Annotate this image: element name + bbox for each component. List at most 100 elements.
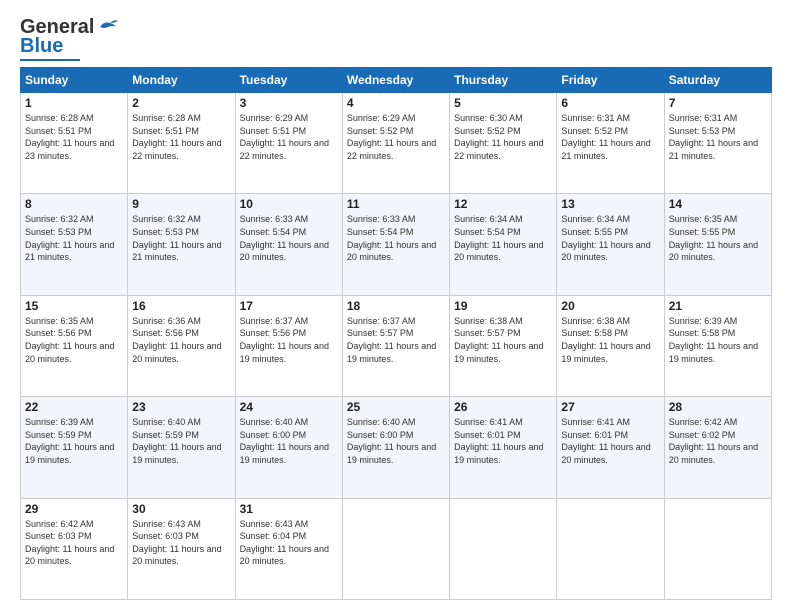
calendar-day-cell: [557, 498, 664, 599]
calendar-body: 1 Sunrise: 6:28 AM Sunset: 5:51 PM Dayli…: [21, 93, 772, 600]
day-number: 8: [25, 197, 123, 211]
day-info: Sunrise: 6:42 AM Sunset: 6:03 PM Dayligh…: [25, 518, 123, 568]
day-info: Sunrise: 6:38 AM Sunset: 5:58 PM Dayligh…: [561, 315, 659, 365]
calendar-day-cell: 31 Sunrise: 6:43 AM Sunset: 6:04 PM Dayl…: [235, 498, 342, 599]
day-info: Sunrise: 6:38 AM Sunset: 5:57 PM Dayligh…: [454, 315, 552, 365]
logo-underline: [20, 59, 80, 61]
header: General Blue: [20, 16, 772, 61]
day-info: Sunrise: 6:28 AM Sunset: 5:51 PM Dayligh…: [132, 112, 230, 162]
day-info: Sunrise: 6:34 AM Sunset: 5:55 PM Dayligh…: [561, 213, 659, 263]
day-number: 19: [454, 299, 552, 313]
day-of-week-header: Wednesday: [342, 68, 449, 93]
day-number: 24: [240, 400, 338, 414]
day-info: Sunrise: 6:40 AM Sunset: 5:59 PM Dayligh…: [132, 416, 230, 466]
day-number: 29: [25, 502, 123, 516]
calendar-day-cell: 3 Sunrise: 6:29 AM Sunset: 5:51 PM Dayli…: [235, 93, 342, 194]
calendar-day-cell: 2 Sunrise: 6:28 AM Sunset: 5:51 PM Dayli…: [128, 93, 235, 194]
calendar-day-cell: 14 Sunrise: 6:35 AM Sunset: 5:55 PM Dayl…: [664, 194, 771, 295]
day-number: 18: [347, 299, 445, 313]
day-info: Sunrise: 6:31 AM Sunset: 5:53 PM Dayligh…: [669, 112, 767, 162]
calendar-day-cell: 16 Sunrise: 6:36 AM Sunset: 5:56 PM Dayl…: [128, 295, 235, 396]
calendar-day-cell: 7 Sunrise: 6:31 AM Sunset: 5:53 PM Dayli…: [664, 93, 771, 194]
day-of-week-header: Monday: [128, 68, 235, 93]
day-of-week-header: Tuesday: [235, 68, 342, 93]
calendar-day-cell: 12 Sunrise: 6:34 AM Sunset: 5:54 PM Dayl…: [450, 194, 557, 295]
calendar-table: SundayMondayTuesdayWednesdayThursdayFrid…: [20, 67, 772, 600]
calendar-day-cell: 24 Sunrise: 6:40 AM Sunset: 6:00 PM Dayl…: [235, 397, 342, 498]
day-number: 17: [240, 299, 338, 313]
day-number: 15: [25, 299, 123, 313]
calendar-day-cell: 17 Sunrise: 6:37 AM Sunset: 5:56 PM Dayl…: [235, 295, 342, 396]
day-number: 31: [240, 502, 338, 516]
day-of-week-header: Friday: [557, 68, 664, 93]
day-info: Sunrise: 6:41 AM Sunset: 6:01 PM Dayligh…: [561, 416, 659, 466]
calendar-week-row: 29 Sunrise: 6:42 AM Sunset: 6:03 PM Dayl…: [21, 498, 772, 599]
calendar-week-row: 15 Sunrise: 6:35 AM Sunset: 5:56 PM Dayl…: [21, 295, 772, 396]
day-info: Sunrise: 6:39 AM Sunset: 5:59 PM Dayligh…: [25, 416, 123, 466]
day-info: Sunrise: 6:36 AM Sunset: 5:56 PM Dayligh…: [132, 315, 230, 365]
day-number: 3: [240, 96, 338, 110]
day-info: Sunrise: 6:40 AM Sunset: 6:00 PM Dayligh…: [347, 416, 445, 466]
day-number: 30: [132, 502, 230, 516]
day-info: Sunrise: 6:30 AM Sunset: 5:52 PM Dayligh…: [454, 112, 552, 162]
day-number: 22: [25, 400, 123, 414]
day-info: Sunrise: 6:33 AM Sunset: 5:54 PM Dayligh…: [347, 213, 445, 263]
day-info: Sunrise: 6:40 AM Sunset: 6:00 PM Dayligh…: [240, 416, 338, 466]
day-number: 1: [25, 96, 123, 110]
day-info: Sunrise: 6:37 AM Sunset: 5:57 PM Dayligh…: [347, 315, 445, 365]
calendar-day-cell: 28 Sunrise: 6:42 AM Sunset: 6:02 PM Dayl…: [664, 397, 771, 498]
day-of-week-header: Sunday: [21, 68, 128, 93]
day-info: Sunrise: 6:29 AM Sunset: 5:52 PM Dayligh…: [347, 112, 445, 162]
day-number: 23: [132, 400, 230, 414]
calendar-day-cell: 23 Sunrise: 6:40 AM Sunset: 5:59 PM Dayl…: [128, 397, 235, 498]
day-number: 20: [561, 299, 659, 313]
day-number: 27: [561, 400, 659, 414]
calendar-day-cell: 26 Sunrise: 6:41 AM Sunset: 6:01 PM Dayl…: [450, 397, 557, 498]
day-number: 25: [347, 400, 445, 414]
day-number: 7: [669, 96, 767, 110]
day-number: 21: [669, 299, 767, 313]
day-number: 10: [240, 197, 338, 211]
calendar-day-cell: 29 Sunrise: 6:42 AM Sunset: 6:03 PM Dayl…: [21, 498, 128, 599]
calendar-day-cell: 13 Sunrise: 6:34 AM Sunset: 5:55 PM Dayl…: [557, 194, 664, 295]
calendar-day-cell: 8 Sunrise: 6:32 AM Sunset: 5:53 PM Dayli…: [21, 194, 128, 295]
calendar-day-cell: 11 Sunrise: 6:33 AM Sunset: 5:54 PM Dayl…: [342, 194, 449, 295]
calendar-day-cell: 5 Sunrise: 6:30 AM Sunset: 5:52 PM Dayli…: [450, 93, 557, 194]
day-number: 2: [132, 96, 230, 110]
day-info: Sunrise: 6:28 AM Sunset: 5:51 PM Dayligh…: [25, 112, 123, 162]
day-of-week-header: Thursday: [450, 68, 557, 93]
day-info: Sunrise: 6:41 AM Sunset: 6:01 PM Dayligh…: [454, 416, 552, 466]
day-number: 9: [132, 197, 230, 211]
logo-blue: Blue: [20, 35, 63, 57]
calendar-day-cell: 15 Sunrise: 6:35 AM Sunset: 5:56 PM Dayl…: [21, 295, 128, 396]
day-info: Sunrise: 6:34 AM Sunset: 5:54 PM Dayligh…: [454, 213, 552, 263]
calendar-day-cell: 9 Sunrise: 6:32 AM Sunset: 5:53 PM Dayli…: [128, 194, 235, 295]
logo-bird-icon: [96, 19, 118, 35]
day-info: Sunrise: 6:32 AM Sunset: 5:53 PM Dayligh…: [132, 213, 230, 263]
day-info: Sunrise: 6:42 AM Sunset: 6:02 PM Dayligh…: [669, 416, 767, 466]
calendar-day-cell: 30 Sunrise: 6:43 AM Sunset: 6:03 PM Dayl…: [128, 498, 235, 599]
day-number: 14: [669, 197, 767, 211]
day-number: 6: [561, 96, 659, 110]
days-of-week-row: SundayMondayTuesdayWednesdayThursdayFrid…: [21, 68, 772, 93]
calendar-day-cell: [342, 498, 449, 599]
day-number: 16: [132, 299, 230, 313]
day-number: 12: [454, 197, 552, 211]
day-info: Sunrise: 6:29 AM Sunset: 5:51 PM Dayligh…: [240, 112, 338, 162]
day-number: 28: [669, 400, 767, 414]
calendar-day-cell: 20 Sunrise: 6:38 AM Sunset: 5:58 PM Dayl…: [557, 295, 664, 396]
day-info: Sunrise: 6:43 AM Sunset: 6:03 PM Dayligh…: [132, 518, 230, 568]
day-info: Sunrise: 6:39 AM Sunset: 5:58 PM Dayligh…: [669, 315, 767, 365]
calendar-week-row: 8 Sunrise: 6:32 AM Sunset: 5:53 PM Dayli…: [21, 194, 772, 295]
logo: General Blue: [20, 16, 118, 61]
day-info: Sunrise: 6:31 AM Sunset: 5:52 PM Dayligh…: [561, 112, 659, 162]
calendar-week-row: 1 Sunrise: 6:28 AM Sunset: 5:51 PM Dayli…: [21, 93, 772, 194]
day-info: Sunrise: 6:32 AM Sunset: 5:53 PM Dayligh…: [25, 213, 123, 263]
day-of-week-header: Saturday: [664, 68, 771, 93]
day-info: Sunrise: 6:37 AM Sunset: 5:56 PM Dayligh…: [240, 315, 338, 365]
calendar-week-row: 22 Sunrise: 6:39 AM Sunset: 5:59 PM Dayl…: [21, 397, 772, 498]
day-number: 13: [561, 197, 659, 211]
day-info: Sunrise: 6:43 AM Sunset: 6:04 PM Dayligh…: [240, 518, 338, 568]
day-info: Sunrise: 6:35 AM Sunset: 5:55 PM Dayligh…: [669, 213, 767, 263]
calendar-day-cell: [664, 498, 771, 599]
